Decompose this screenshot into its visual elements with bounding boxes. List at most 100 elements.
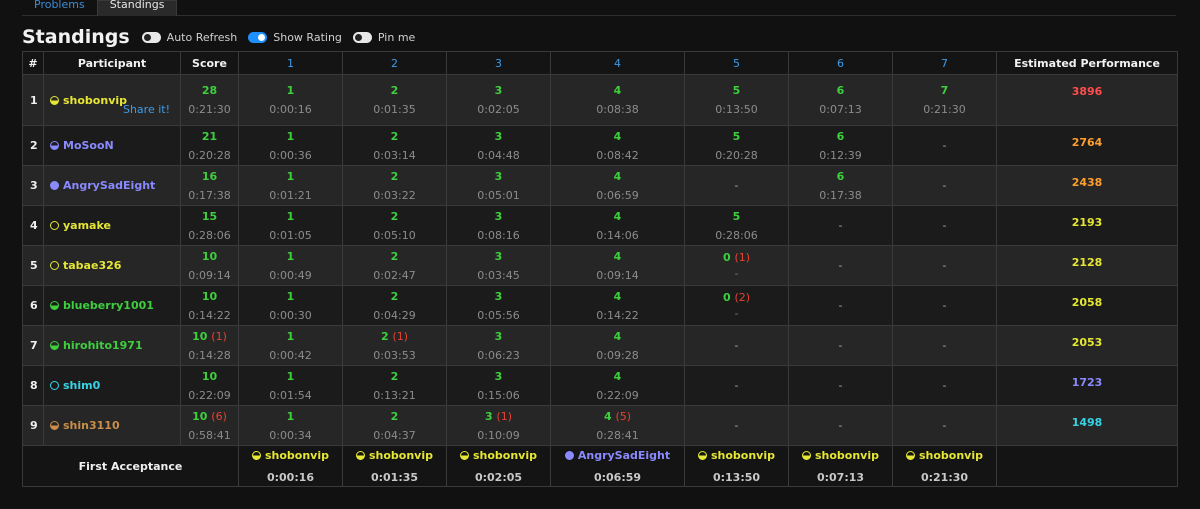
participant-name[interactable]: shim0 — [50, 379, 174, 392]
header-task-2[interactable]: 2 — [342, 51, 447, 75]
task-time: 0:04:37 — [373, 428, 416, 442]
participant-label[interactable]: tabae326 — [63, 259, 121, 272]
pin-me-toggle[interactable]: Pin me — [352, 31, 415, 44]
first-acceptance-time: 0:21:30 — [920, 470, 969, 484]
task-points: 3 (1) — [448, 410, 549, 423]
participant-cell: MoSooN — [43, 125, 181, 166]
task-points: 1 — [240, 170, 341, 183]
score-time: 0:14:28 — [188, 348, 231, 362]
first-acceptance-row: First Acceptance shobonvip 0:00:16 shobonvi… — [22, 445, 1178, 487]
first-acceptance-user[interactable]: AngrySadEight — [564, 449, 670, 462]
rank-cell: 3 — [22, 165, 44, 206]
rating-icon — [50, 141, 59, 150]
header-task-4[interactable]: 4 — [550, 51, 685, 75]
task-cell: 0 (1) - — [684, 245, 789, 286]
score-time: 0:21:30 — [188, 103, 231, 116]
task-time: 0:03:14 — [373, 148, 416, 162]
first-acceptance-user[interactable]: shobonvip — [459, 449, 537, 462]
score-cell: 10 0:22:09 — [180, 365, 239, 406]
task-time: - — [734, 307, 739, 320]
task-points-value: 2 — [390, 369, 399, 383]
participant-name[interactable]: blueberry1001 — [50, 299, 174, 312]
header-task-3[interactable]: 3 — [446, 51, 551, 75]
participant-name[interactable]: hirohito1971 — [50, 339, 174, 352]
participant-cell: shim0 — [43, 365, 181, 406]
score-value: 28 — [182, 84, 237, 97]
auto-refresh-toggle[interactable]: Auto Refresh — [141, 31, 237, 44]
header-task-6[interactable]: 6 — [788, 51, 893, 75]
show-rating-switch[interactable] — [248, 31, 268, 43]
task-cell: 3 0:06:23 — [446, 325, 551, 366]
score-cell: 10 0:14:22 — [180, 285, 239, 326]
task-cell: 4 (5) 0:28:41 — [550, 405, 685, 446]
task-penalty: (5) — [615, 409, 632, 423]
task-empty: - — [838, 379, 843, 392]
tab-standings[interactable]: Standings — [96, 0, 178, 16]
task-cell: - — [892, 165, 997, 206]
auto-refresh-switch[interactable] — [141, 31, 161, 43]
participant-name[interactable]: shin3110 — [50, 419, 174, 432]
participant-label[interactable]: MoSooN — [63, 139, 114, 152]
task-points: 3 — [448, 290, 549, 303]
task-points: 1 — [240, 84, 341, 97]
first-acceptance-name[interactable]: shobonvip — [815, 449, 879, 462]
participant-name[interactable]: tabae326 — [50, 259, 174, 272]
task-time: 0:01:05 — [269, 228, 312, 242]
first-acceptance-name[interactable]: shobonvip — [919, 449, 983, 462]
first-acceptance-name[interactable]: AngrySadEight — [578, 449, 670, 462]
header-task-5[interactable]: 5 — [684, 51, 789, 75]
show-rating-toggle[interactable]: Show Rating — [248, 31, 342, 44]
score-time: 0:22:09 — [188, 388, 231, 402]
header-task-1[interactable]: 1 — [238, 51, 343, 75]
participant-label[interactable]: yamake — [63, 219, 111, 232]
score-value: 10 (6) — [182, 410, 237, 423]
first-acceptance-time: 0:01:35 — [370, 470, 419, 484]
first-acceptance-name[interactable]: shobonvip — [473, 449, 537, 462]
participant-name[interactable]: MoSooN — [50, 139, 174, 152]
header-participant[interactable]: Participant — [43, 51, 181, 75]
task-points-value: 2 — [390, 409, 399, 423]
first-acceptance-user[interactable]: shobonvip — [905, 449, 983, 462]
participant-label[interactable]: AngrySadEight — [63, 179, 155, 192]
first-acceptance-name[interactable]: shobonvip — [369, 449, 433, 462]
score-time: 0:17:38 — [188, 188, 231, 202]
first-acceptance-cell: shobonvip 0:07:13 — [788, 445, 893, 487]
task-points: 0 (2) — [686, 291, 787, 304]
header-task-7[interactable]: 7 — [892, 51, 997, 75]
task-cell: 1 0:00:34 — [238, 405, 343, 446]
header-estimated-performance[interactable]: Estimated Performance — [996, 51, 1178, 75]
task-cell: 3 0:15:06 — [446, 365, 551, 406]
task-empty: - — [838, 339, 843, 352]
task-points: 3 — [448, 170, 549, 183]
share-link[interactable]: Share it! — [123, 103, 170, 116]
task-points: 4 (5) — [552, 410, 683, 423]
task-time: 0:15:06 — [477, 388, 520, 402]
first-acceptance-label: First Acceptance — [22, 445, 239, 487]
score-number: 10 — [192, 409, 208, 423]
first-acceptance-user[interactable]: shobonvip — [251, 449, 329, 462]
first-acceptance-name[interactable]: shobonvip — [711, 449, 775, 462]
participant-label[interactable]: shim0 — [63, 379, 100, 392]
participant-name[interactable]: yamake — [50, 219, 174, 232]
participant-name[interactable]: AngrySadEight — [50, 179, 174, 192]
header-rank[interactable]: # — [22, 51, 44, 75]
first-acceptance-user[interactable]: shobonvip — [697, 449, 775, 462]
first-acceptance-name[interactable]: shobonvip — [265, 449, 329, 462]
participant-label[interactable]: shobonvip — [63, 94, 127, 107]
first-acceptance-time: 0:06:59 — [593, 470, 642, 484]
participant-label[interactable]: blueberry1001 — [63, 299, 154, 312]
first-acceptance-cell: shobonvip 0:01:35 — [342, 445, 447, 487]
participant-label[interactable]: shin3110 — [63, 419, 120, 432]
rating-icon — [50, 421, 59, 430]
participant-label[interactable]: hirohito1971 — [63, 339, 143, 352]
task-cell: 3 (1) 0:10:09 — [446, 405, 551, 446]
participant-cell: shobonvip Share it! — [43, 74, 181, 126]
pin-me-switch[interactable] — [352, 31, 372, 43]
header-score[interactable]: Score — [180, 51, 239, 75]
rating-icon — [905, 450, 915, 460]
tab-problems[interactable]: Problems — [22, 0, 97, 16]
first-acceptance-user[interactable]: shobonvip — [801, 449, 879, 462]
first-acceptance-cell: AngrySadEight 0:06:59 — [550, 445, 685, 487]
first-acceptance-user[interactable]: shobonvip — [355, 449, 433, 462]
task-cell: 4 0:14:06 — [550, 205, 685, 246]
